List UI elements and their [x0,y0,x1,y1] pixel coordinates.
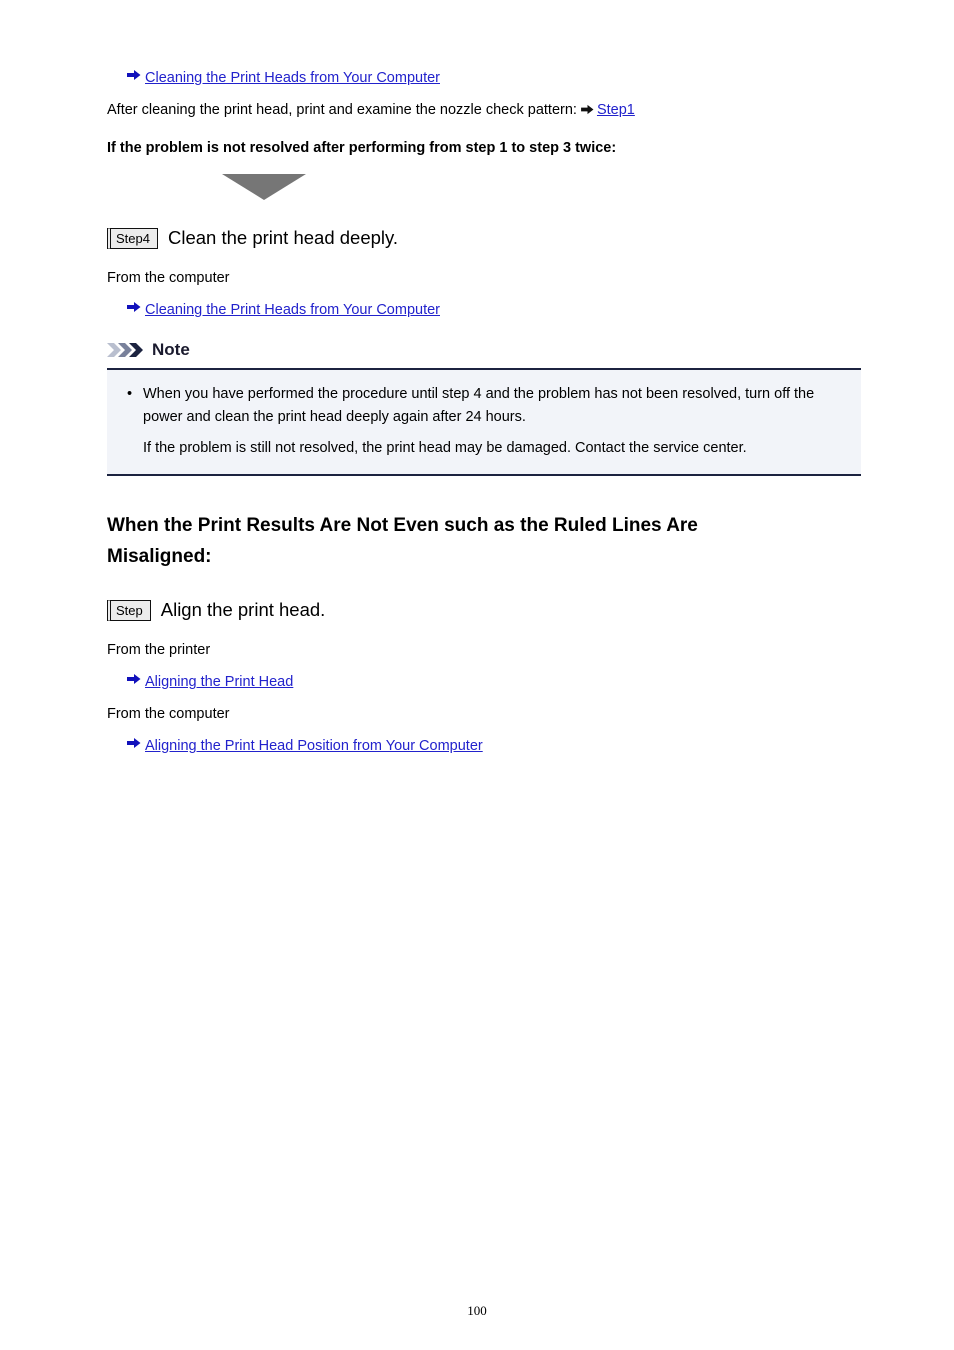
step4-title: Clean the print head deeply. [167,227,399,248]
right-arrow-icon [127,301,145,313]
link-row-aligning-print-head-position[interactable]: Aligning the Print Head Position from Yo… [107,736,861,756]
step4-from-computer-label: From the computer [107,270,230,286]
link-aligning-the-print-head[interactable]: Aligning the Print Head [145,672,293,692]
align-from-computer-label: From the computer [107,706,230,722]
link-row-cleaning-print-heads-step4[interactable]: Cleaning the Print Heads from Your Compu… [107,300,861,320]
page-number: 100 [467,1303,487,1318]
link-step1[interactable]: Step1 [597,102,635,118]
link-row-cleaning-print-heads-top[interactable]: Cleaning the Print Heads from Your Compu… [107,68,861,88]
right-arrow-icon [581,104,597,115]
down-triangle-wrapper [107,174,861,200]
align-from-printer-label: From the printer [107,642,211,658]
link-row-aligning-print-head[interactable]: Aligning the Print Head [107,672,861,692]
right-arrow-icon [127,69,145,81]
right-arrow-icon [127,673,145,685]
page-title-align-section: When the Print Results Are Not Even such… [107,515,698,567]
right-arrow-icon [127,737,145,749]
note-bullet-marker: • [127,386,133,402]
note-title: Note [152,340,190,359]
page-content: Cleaning the Print Heads from Your Compu… [107,0,861,756]
note-bullet-item: • When you have performed the procedure … [127,383,841,429]
link-cleaning-print-heads-from-computer-top[interactable]: Cleaning the Print Heads from Your Compu… [145,68,440,88]
chevrons-right-icon [107,343,143,357]
step4-badge: Step4 [107,227,158,249]
note-sub-paragraph: If the problem is still not resolved, th… [143,440,747,456]
document-page: Cleaning the Print Heads from Your Compu… [0,0,954,1350]
link-cleaning-print-heads-from-computer-step4[interactable]: Cleaning the Print Heads from Your Compu… [145,300,440,320]
note-bullet-text: When you have performed the procedure un… [143,386,815,425]
step-badge: Step [107,599,151,621]
link-aligning-print-head-position-from-computer[interactable]: Aligning the Print Head Position from Yo… [145,736,483,756]
down-triangle-icon [222,174,306,200]
step-align-title: Align the print head. [160,599,326,620]
problem-not-resolved-text: If the problem is not resolved after per… [107,140,617,156]
after-cleaning-paragraph: After cleaning the print head, print and… [107,100,861,120]
after-cleaning-text: After cleaning the print head, print and… [107,102,577,118]
step4-heading-row: Step4 Clean the print head deeply. [107,226,861,250]
note-header: Note [107,340,861,360]
step-align-heading-row: Step Align the print head. [107,598,861,622]
note-box: • When you have performed the procedure … [107,368,861,476]
